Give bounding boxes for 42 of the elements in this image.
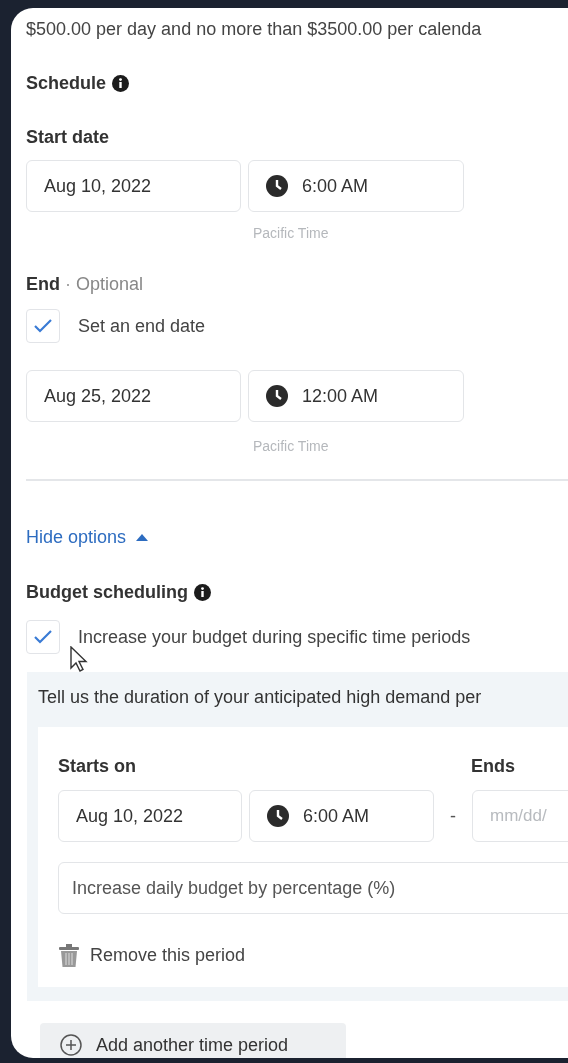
budget-note: $500.00 per day and no more than $3500.00 per calenda [26, 18, 483, 40]
percentage-field[interactable]: Increase daily budget by percentage (%) [58, 862, 568, 914]
optional-label: Optional [76, 273, 144, 296]
date-field[interactable]: Aug 10, 2022 [26, 160, 241, 212]
time-field[interactable]: 6:00 AM [248, 160, 464, 212]
remove-period-button[interactable]: Remove this period [58, 942, 246, 969]
caret-up-icon [136, 534, 149, 541]
field-label: Ends [471, 755, 515, 778]
separator-dot: · [65, 273, 71, 296]
timezone-label: Pacific Time [253, 225, 329, 241]
add-period-button[interactable]: Add another time period [40, 1023, 346, 1058]
clock-icon [266, 175, 288, 197]
field-label: Starts on [58, 755, 137, 778]
time-value: 6:00 AM [303, 804, 370, 828]
field-label: Start date [26, 126, 111, 149]
date-field[interactable]: Aug 25, 2022 [26, 370, 241, 422]
clock-icon [267, 805, 289, 827]
cursor-icon [70, 646, 88, 672]
checkbox[interactable] [26, 309, 60, 343]
field-label: End [26, 273, 60, 296]
range-dash: - [449, 804, 457, 828]
time-value: 6:00 AM [302, 174, 369, 198]
info-icon [194, 584, 211, 601]
section-title: Budget scheduling [26, 581, 188, 604]
checkmark-icon [33, 629, 53, 645]
info-icon [112, 75, 130, 92]
checkbox[interactable] [26, 620, 60, 654]
panel-description: Tell us the duration of your anticipated high demand per [37, 686, 483, 709]
checkmark-icon [33, 318, 53, 334]
time-field[interactable]: 12:00 AM [248, 370, 464, 422]
trash-icon [58, 943, 80, 968]
hide-options-link[interactable]: Hide options [26, 524, 127, 551]
end-date-field[interactable]: mm/dd/ [472, 790, 568, 842]
checkbox-label: Increase your budget during specific time periods [78, 625, 471, 649]
time-field[interactable]: 6:00 AM [249, 790, 434, 842]
timezone-label: Pacific Time [253, 438, 329, 454]
checkbox-label: Set an end date [78, 314, 206, 338]
clock-icon [266, 385, 288, 407]
date-field[interactable]: Aug 10, 2022 [58, 790, 242, 842]
section-title: Schedule [26, 72, 107, 95]
plus-circle-icon [60, 1034, 82, 1056]
time-value: 12:00 AM [302, 384, 379, 408]
